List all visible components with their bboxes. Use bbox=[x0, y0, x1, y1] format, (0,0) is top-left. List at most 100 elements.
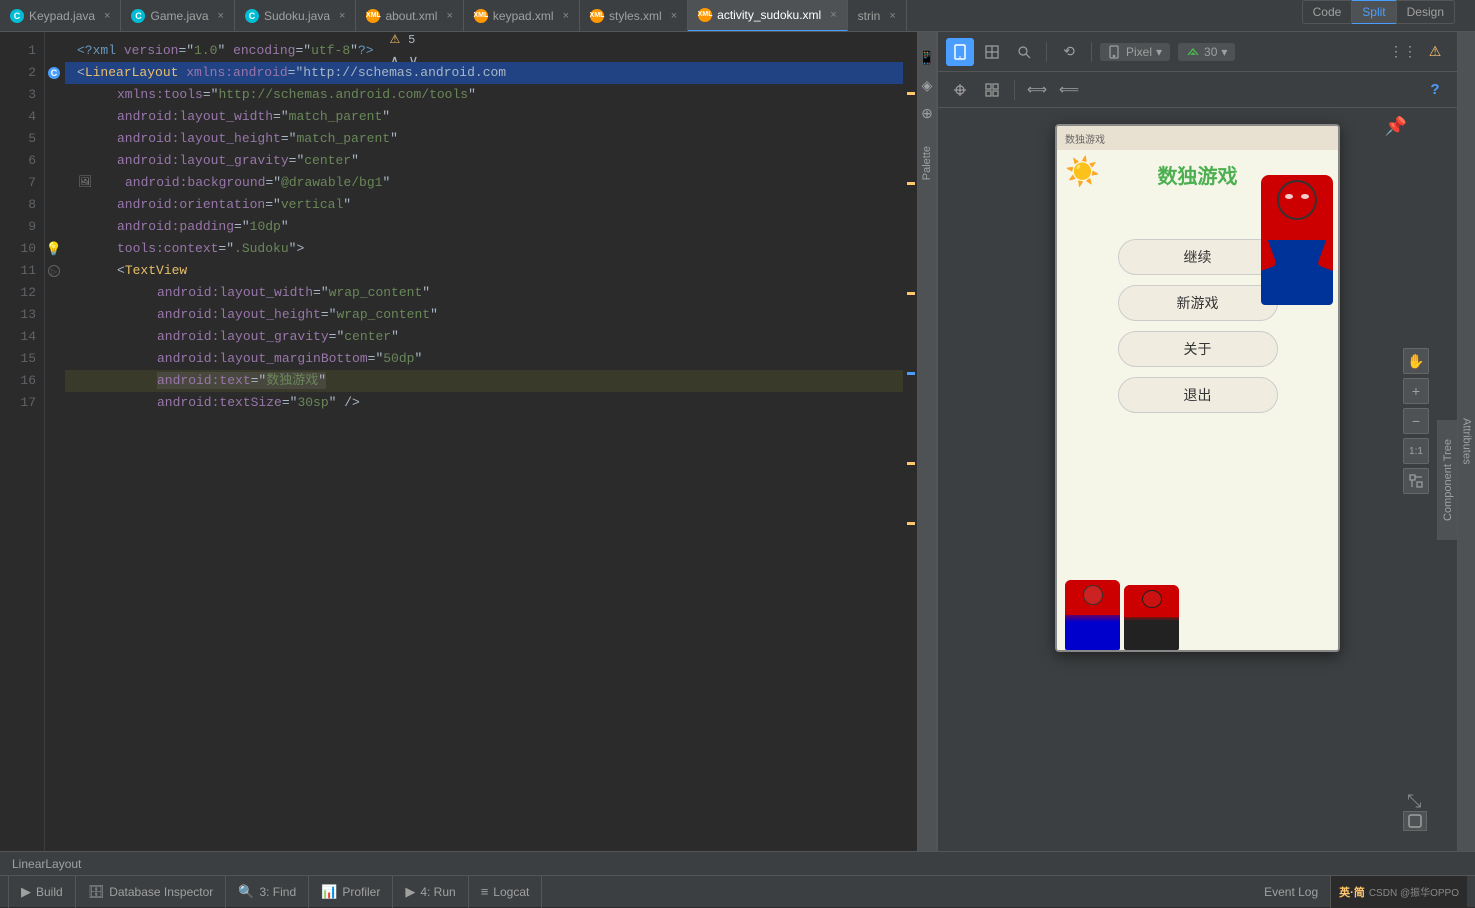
attributes-panel[interactable]: Attributes bbox=[1457, 32, 1475, 851]
code-editor[interactable]: <?xml version="1.0" encoding="utf-8"?> ⚠… bbox=[65, 32, 903, 851]
sun-character: ☀️ bbox=[1065, 155, 1100, 188]
scroll-tick-6 bbox=[907, 522, 915, 525]
api-selector[interactable]: 30 ▾ bbox=[1178, 43, 1235, 61]
toolbar-zoom-fit-btn[interactable] bbox=[1010, 38, 1038, 66]
profiler-status[interactable]: 📊 Profiler bbox=[309, 876, 393, 908]
code-line-11: <TextView bbox=[65, 260, 903, 282]
spiderman-bottom bbox=[1065, 580, 1120, 650]
toolbar-blueprint-btn[interactable] bbox=[978, 38, 1006, 66]
toolbar-vertical-btn[interactable]: ⟸ bbox=[1055, 76, 1083, 104]
close-tab-keypad[interactable]: × bbox=[104, 10, 110, 22]
code-line-1: <?xml version="1.0" encoding="utf-8"?> ⚠… bbox=[65, 40, 903, 62]
toolbar-hand-btn[interactable] bbox=[946, 76, 974, 104]
code-line-14: android:layout_gravity="center" bbox=[65, 326, 903, 348]
status-bar: ▶ Build 🗄 Database Inspector 🔍 3: Find 📊… bbox=[0, 875, 1475, 907]
java-icon-sudoku: C bbox=[245, 9, 259, 23]
tab-about-xml[interactable]: XML about.xml × bbox=[356, 0, 463, 32]
xml-icon-keypad: XML bbox=[474, 9, 488, 23]
java-icon-game: C bbox=[131, 9, 145, 23]
toolbar-phone-btn[interactable] bbox=[946, 38, 974, 66]
scroll-tick-5 bbox=[907, 462, 915, 465]
close-tab-styles[interactable]: × bbox=[671, 10, 677, 22]
image-placeholder-icon: 🖼 bbox=[77, 175, 93, 191]
close-tab-sudoku[interactable]: × bbox=[339, 10, 345, 22]
rotate-handle[interactable] bbox=[1403, 811, 1427, 831]
zoom-fit-btn[interactable] bbox=[1403, 468, 1429, 494]
logcat-status[interactable]: ≡ Logcat bbox=[469, 876, 543, 908]
toolbar-sep-2 bbox=[1091, 42, 1092, 62]
code-line-5: android:layout_height="match_parent" bbox=[65, 128, 903, 150]
palette-zoom-icon[interactable]: ⊕ bbox=[916, 102, 937, 124]
run-status[interactable]: ▶ 4: Run bbox=[393, 876, 468, 908]
code-line-16: android:text="数独游戏" bbox=[65, 370, 903, 392]
code-line-7: 🖼 android:background="@drawable/bg1" bbox=[65, 172, 903, 194]
profiler-icon: 📊 bbox=[321, 884, 337, 900]
component-tree-tab[interactable]: Component Tree bbox=[1437, 420, 1457, 540]
find-icon: 🔍 bbox=[238, 884, 254, 900]
close-tab-game[interactable]: × bbox=[218, 10, 224, 22]
code-line-17: android:textSize="30sp" /> bbox=[65, 392, 903, 414]
toolbar-more-btn[interactable]: ⋮⋮ bbox=[1389, 38, 1417, 66]
spiderman-character bbox=[1261, 175, 1333, 305]
code-line-15: android:layout_marginBottom="50dp" bbox=[65, 348, 903, 370]
warning-icon: ⚠ bbox=[390, 33, 401, 47]
tab-activity-sudoku-xml[interactable]: XML activity_sudoku.xml × bbox=[688, 0, 847, 32]
palette-eraser-icon[interactable]: ◈ bbox=[916, 74, 937, 96]
hand-tool-btn[interactable]: ✋ bbox=[1403, 348, 1429, 374]
close-tab-strin[interactable]: × bbox=[889, 10, 895, 22]
tab-sudoku-java[interactable]: C Sudoku.java × bbox=[235, 0, 356, 32]
build-status[interactable]: ▶ Build bbox=[8, 876, 76, 908]
close-tab-keypad-xml[interactable]: × bbox=[563, 10, 569, 22]
zoom-reset-btn[interactable]: 1:1 bbox=[1403, 438, 1429, 464]
close-tab-about[interactable]: × bbox=[446, 10, 452, 22]
toolbar-back-btn[interactable]: ⟲ bbox=[1055, 38, 1083, 66]
scroll-tick-3 bbox=[907, 292, 915, 295]
continue-btn: 继续 bbox=[1118, 239, 1278, 275]
build-icon: ▶ bbox=[21, 884, 31, 900]
bulb-indicator-10[interactable]: 💡 bbox=[46, 241, 62, 257]
code-line-10: tools:context=".Sudoku"> bbox=[65, 238, 903, 260]
find-status[interactable]: 🔍 3: Find bbox=[226, 876, 309, 908]
close-tab-activity-sudoku[interactable]: × bbox=[830, 9, 836, 21]
right-top-toolbar: ⟲ Pixel ▾ 30 ▾ ⋮⋮ ⚠ bbox=[938, 32, 1457, 72]
second-toolbar: ⟺ ⟸ ? bbox=[938, 72, 1457, 108]
bottom-characters bbox=[1057, 565, 1338, 650]
indicators-column: C 💡 ▷ bbox=[45, 32, 65, 851]
breadcrumb-text: LinearLayout bbox=[12, 857, 81, 871]
toolbar-warning-btn[interactable]: ⚠ bbox=[1421, 38, 1449, 66]
zoom-in-btn[interactable]: + bbox=[1403, 378, 1429, 404]
tab-bar: C Keypad.java × C Game.java × C Sudoku.j… bbox=[0, 0, 1475, 32]
tab-keypad-java[interactable]: C Keypad.java × bbox=[0, 0, 121, 32]
right-panel: ⟲ Pixel ▾ 30 ▾ ⋮⋮ ⚠ bbox=[937, 32, 1457, 851]
resize-handle[interactable]: ⤡ bbox=[1407, 791, 1427, 811]
main-area: 1 2 3 4 5 6 7 8 9 10 11 12 13 14 15 16 1… bbox=[0, 32, 1475, 851]
code-line-4: android:layout_width="match_parent" bbox=[65, 106, 903, 128]
database-icon: 🗄 bbox=[88, 884, 105, 900]
tab-keypad-xml[interactable]: XML keypad.xml × bbox=[464, 0, 580, 32]
logcat-icon: ≡ bbox=[481, 884, 489, 899]
database-inspector-status[interactable]: 🗄 Database Inspector bbox=[76, 876, 227, 908]
toolbar-help-btn[interactable]: ? bbox=[1421, 76, 1449, 104]
pixel-selector[interactable]: Pixel ▾ bbox=[1100, 43, 1170, 61]
code-line-2: <LinearLayout xmlns:android="http://sche… bbox=[65, 62, 903, 84]
zoom-out-btn[interactable]: − bbox=[1403, 408, 1429, 434]
code-line-12: android:layout_width="wrap_content" bbox=[65, 282, 903, 304]
xml-icon-activity-sudoku: XML bbox=[698, 8, 712, 22]
toolbar-grid-btn[interactable] bbox=[978, 76, 1006, 104]
phone-status-bar: 数独游戏 bbox=[1057, 126, 1338, 150]
phone-preview: 数独游戏 ☀️ 数独游戏 bbox=[1055, 124, 1340, 652]
tab-game-java[interactable]: C Game.java × bbox=[121, 0, 234, 32]
run-icon: ▶ bbox=[405, 884, 415, 900]
scroll-strip[interactable] bbox=[903, 32, 917, 851]
event-log-status[interactable]: Event Log bbox=[1252, 876, 1331, 908]
chevron-indicator-11[interactable]: ▷ bbox=[48, 265, 60, 277]
palette-tab[interactable]: 📱 ◈ ⊕ Palette bbox=[917, 32, 937, 851]
tab-strin[interactable]: strin × bbox=[848, 0, 907, 32]
palette-phone-icon[interactable]: 📱 bbox=[916, 46, 937, 68]
tab-styles-xml[interactable]: XML styles.xml × bbox=[580, 0, 688, 32]
breakpoint-2[interactable]: C bbox=[48, 67, 60, 79]
palette-label[interactable]: Palette bbox=[918, 138, 936, 188]
toolbar-horizontal-btn[interactable]: ⟺ bbox=[1023, 76, 1051, 104]
pin-handle[interactable]: 📌 bbox=[1385, 116, 1407, 137]
xml-icon-about: XML bbox=[366, 9, 380, 23]
